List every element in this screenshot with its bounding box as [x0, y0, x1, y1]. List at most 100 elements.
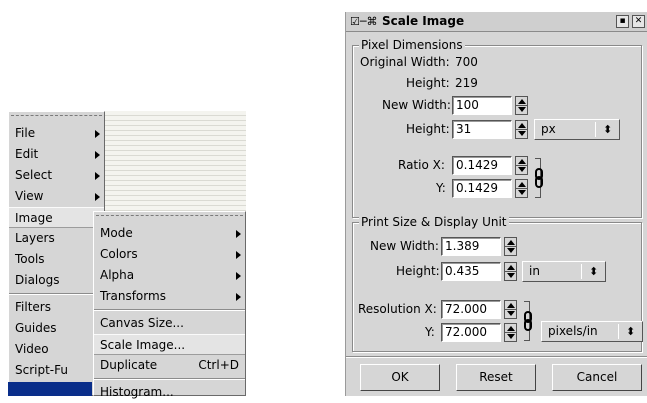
menu-item-script-fu[interactable]: Script-Fu [9, 360, 104, 381]
menu-separator [94, 378, 245, 380]
submenu-item-scale-image[interactable]: Scale Image... [94, 334, 245, 355]
spin-down-icon [518, 190, 526, 195]
print-size-label: Print Size & Display Unit [359, 215, 509, 229]
resolution-x-label: Resolution X: [358, 302, 437, 316]
new-width-spinner[interactable] [515, 96, 528, 115]
submenu-item-mode[interactable]: Mode [94, 223, 245, 244]
submenu-arrow-icon [236, 272, 241, 280]
submenu-arrow-icon [95, 172, 100, 180]
spin-down-icon [518, 131, 526, 136]
menu-item-tools[interactable]: Tools [9, 249, 104, 270]
dropdown-arrow-icon: ⬍ [589, 265, 599, 278]
ratio-y-label: Y: [436, 181, 446, 195]
ratio-chain-icon[interactable] [535, 158, 547, 198]
selection-strip [8, 382, 92, 396]
menu-item-image[interactable]: Image [9, 207, 104, 228]
close-icon[interactable]: ✕ [632, 15, 645, 28]
spin-up-icon [518, 159, 526, 164]
ratio-y-spinner[interactable] [515, 179, 528, 198]
resolution-x-spinner[interactable] [504, 300, 517, 319]
menu-item-file[interactable]: File [9, 123, 104, 144]
original-width-label: Original Width: [360, 55, 450, 69]
print-new-width-input[interactable]: 1.389 [441, 237, 501, 256]
resolution-unit-dropdown[interactable]: pixels/in ⬍ [541, 321, 643, 342]
scale-image-dialog: ☑─⌘ Scale Image ▪ ✕ Pixel Dimensions Ori… [345, 12, 647, 396]
submenu-item-transforms[interactable]: Transforms [94, 286, 245, 307]
image-canvas-background [103, 111, 246, 211]
dialog-title: Scale Image [382, 14, 465, 28]
ratio-x-label: Ratio X: [398, 158, 445, 172]
spin-up-icon [507, 240, 515, 245]
submenu-arrow-icon [236, 251, 241, 259]
new-width-label: New Width: [382, 98, 451, 112]
new-width-input[interactable]: 100 [452, 96, 512, 115]
resolution-y-spinner[interactable] [504, 323, 517, 342]
spin-up-icon [507, 265, 515, 270]
print-new-width-spinner[interactable] [504, 237, 517, 256]
spin-down-icon [518, 107, 526, 112]
menu-item-filters[interactable]: Filters [9, 297, 104, 318]
resolution-y-input[interactable]: 72.000 [441, 323, 501, 342]
ratio-x-input[interactable]: 0.1429 [452, 156, 512, 175]
spin-up-icon [507, 303, 515, 308]
pixel-unit-dropdown[interactable]: px ⬍ [534, 119, 620, 140]
ok-button[interactable]: OK [360, 364, 440, 391]
window-menu-icon[interactable]: ☑─⌘ [350, 15, 377, 28]
print-unit-dropdown[interactable]: in ⬍ [522, 261, 606, 282]
resolution-y-label: Y: [425, 325, 435, 339]
resolution-x-input[interactable]: 72.000 [441, 300, 501, 319]
spin-up-icon [518, 123, 526, 128]
height-input[interactable]: 31 [452, 120, 512, 139]
menu-item-edit[interactable]: Edit [9, 144, 104, 165]
ratio-y-input[interactable]: 0.1429 [452, 179, 512, 198]
spin-up-icon [507, 326, 515, 331]
ratio-x-spinner[interactable] [515, 156, 528, 175]
image-submenu: Mode Colors Alpha Transforms Canvas Size… [93, 211, 246, 399]
submenu-item-alpha[interactable]: Alpha [94, 265, 245, 286]
menu-item-guides[interactable]: Guides [9, 318, 104, 339]
dialog-titlebar[interactable]: ☑─⌘ Scale Image ▪ ✕ [346, 12, 647, 32]
spin-down-icon [507, 334, 515, 339]
menu-tearoff[interactable] [11, 115, 102, 119]
submenu-arrow-icon [236, 293, 241, 301]
dropdown-arrow-icon: ⬍ [603, 123, 613, 136]
pixel-dimensions-label: Pixel Dimensions [359, 38, 465, 52]
height-spinner[interactable] [515, 120, 528, 139]
print-height-spinner[interactable] [504, 262, 517, 281]
spin-down-icon [507, 273, 515, 278]
submenu-arrow-icon [95, 193, 100, 201]
print-height-label: Height: [396, 264, 440, 278]
spin-down-icon [507, 248, 515, 253]
spin-down-icon [507, 311, 515, 316]
cancel-button[interactable]: Cancel [552, 364, 642, 391]
spin-up-icon [518, 182, 526, 187]
submenu-item-histogram[interactable]: Histogram... [94, 382, 245, 403]
dialog-button-separator [346, 356, 647, 358]
submenu-item-canvas-size[interactable]: Canvas Size... [94, 313, 245, 334]
menu-separator [9, 293, 104, 295]
menu-item-select[interactable]: Select [9, 165, 104, 186]
print-new-width-label: New Width: [370, 239, 439, 253]
resolution-unit-value: pixels/in [548, 324, 598, 338]
menu-item-video[interactable]: Video [9, 339, 104, 360]
print-height-input[interactable]: 0.435 [441, 262, 501, 281]
submenu-item-duplicate[interactable]: Duplicate Ctrl+D [94, 355, 245, 376]
resolution-chain-icon[interactable] [524, 301, 536, 341]
original-height-label: Height: [406, 76, 450, 90]
submenu-arrow-icon [95, 151, 100, 159]
pixel-unit-value: px [541, 122, 556, 136]
print-unit-value: in [529, 264, 540, 278]
menu-item-layers[interactable]: Layers [9, 228, 104, 249]
menu-item-view[interactable]: View [9, 186, 104, 207]
dropdown-arrow-icon: ⬍ [626, 325, 636, 338]
original-height-value: 219 [455, 76, 478, 90]
reset-button[interactable]: Reset [456, 364, 536, 391]
spin-up-icon [518, 99, 526, 104]
height-label: Height: [406, 122, 450, 136]
submenu-tearoff[interactable] [96, 215, 243, 219]
menu-item-dialogs[interactable]: Dialogs [9, 270, 104, 291]
spin-down-icon [518, 167, 526, 172]
submenu-item-colors[interactable]: Colors [94, 244, 245, 265]
maximize-icon[interactable]: ▪ [616, 15, 629, 28]
image-menu: File Edit Select View Image Layers Tools… [8, 111, 105, 396]
